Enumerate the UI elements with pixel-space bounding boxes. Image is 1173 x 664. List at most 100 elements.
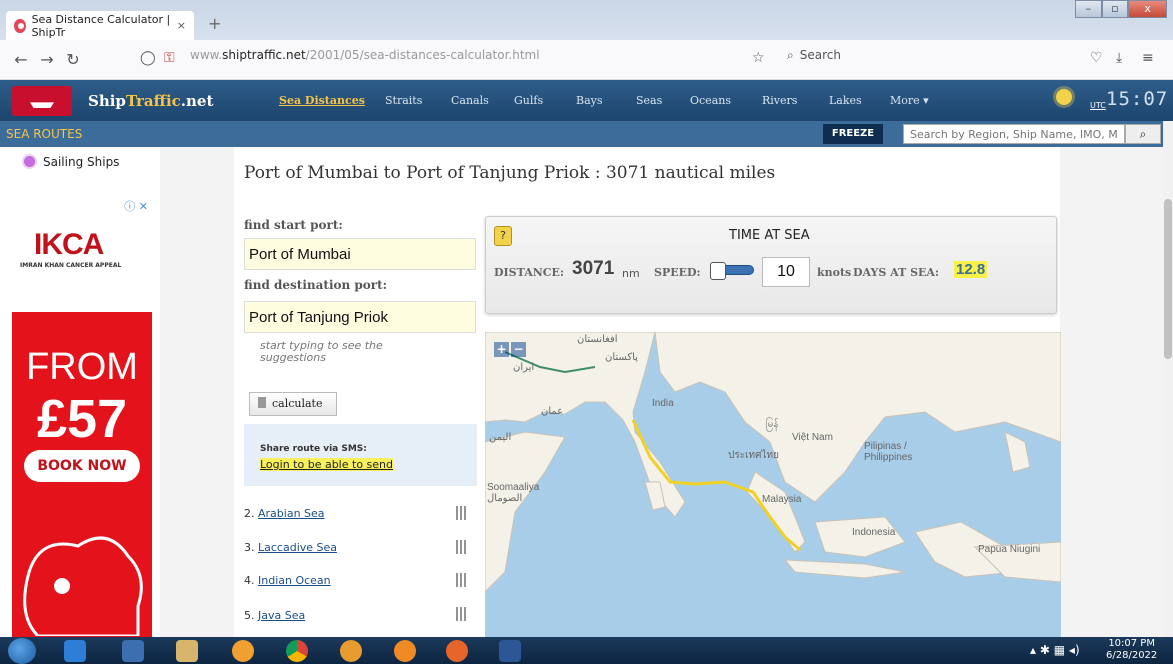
media-player-icon[interactable] bbox=[122, 640, 144, 662]
page-scrollbar[interactable] bbox=[1163, 121, 1173, 637]
map-label: Soomaaliya الصومال bbox=[487, 482, 540, 504]
share-box bbox=[244, 424, 477, 486]
route-map[interactable] bbox=[485, 332, 1061, 637]
qr-code-icon[interactable] bbox=[456, 540, 468, 554]
ad-header: ⓘ ✕ IKCA IMRAN KHAN CANCER APPEAL bbox=[12, 196, 152, 312]
ad-brand: IKCA bbox=[34, 228, 104, 261]
share-label: Share route via SMS: bbox=[260, 444, 367, 454]
bookmark-star-icon[interactable]: ☆ bbox=[752, 50, 765, 66]
new-tab-button[interactable]: + bbox=[208, 14, 221, 33]
browser-tab[interactable]: Sea Distance Calculator | ShipTr × bbox=[6, 11, 194, 40]
page-title: Port of Mumbai to Port of Tanjung Priok … bbox=[244, 163, 776, 183]
start-port-input[interactable]: Port of Mumbai bbox=[244, 238, 476, 270]
advertisement[interactable]: ⓘ ✕ IKCA IMRAN KHAN CANCER APPEAL FROM £… bbox=[12, 196, 152, 637]
calculate-button[interactable]: calculate bbox=[249, 392, 337, 416]
address-bar[interactable]: www.shiptraffic.net/2001/05/sea-distance… bbox=[190, 48, 540, 62]
calculator-icon bbox=[258, 397, 266, 408]
window-controls: – ▫ x bbox=[1075, 0, 1168, 20]
site-brand[interactable]: ShipTraffic.net bbox=[88, 92, 213, 110]
freeze-button[interactable]: FREEZE bbox=[823, 124, 883, 144]
nav-oceans[interactable]: Oceans bbox=[690, 94, 731, 107]
volume-icon[interactable]: ◂) bbox=[1069, 643, 1080, 657]
app-icon[interactable] bbox=[340, 640, 362, 662]
route-link[interactable]: Arabian Sea bbox=[258, 507, 325, 520]
nav-rivers[interactable]: Rivers bbox=[762, 94, 797, 107]
site-favicon-icon bbox=[14, 18, 26, 33]
network-icon[interactable]: ▦ bbox=[1054, 643, 1065, 657]
app-icon[interactable] bbox=[232, 640, 254, 662]
map-zoom-out-button[interactable]: − bbox=[511, 342, 526, 357]
qr-code-icon[interactable] bbox=[456, 506, 468, 520]
route-link[interactable]: Laccadive Sea bbox=[258, 541, 337, 554]
map-label: افغانستان bbox=[577, 334, 618, 345]
file-explorer-icon[interactable] bbox=[176, 640, 198, 662]
dest-port-input[interactable]: Port of Tanjung Priok bbox=[244, 301, 476, 333]
ad-info-icon[interactable]: ⓘ ✕ bbox=[124, 198, 148, 214]
section-title[interactable]: SEA ROUTES bbox=[6, 127, 82, 141]
speed-input[interactable]: 10 bbox=[762, 257, 810, 287]
nav-gulfs[interactable]: Gulfs bbox=[514, 94, 543, 107]
chrome-icon[interactable] bbox=[286, 640, 308, 662]
map-label: Việt Nam bbox=[792, 432, 833, 443]
word-icon[interactable] bbox=[499, 640, 521, 662]
bluetooth-icon[interactable]: ✱ bbox=[1040, 643, 1050, 657]
minimize-button[interactable]: – bbox=[1075, 0, 1102, 18]
insecure-lock-icon[interactable]: ⚿ bbox=[164, 50, 175, 66]
tray-arrow-icon[interactable]: ▴ bbox=[1030, 643, 1036, 657]
nav-seas[interactable]: Seas bbox=[636, 94, 662, 107]
menu-icon[interactable]: ≡ bbox=[1142, 50, 1154, 66]
nav-more[interactable]: More ▾ bbox=[890, 94, 929, 107]
days-at-sea-value: 12.8 bbox=[954, 261, 988, 278]
firefox-icon[interactable] bbox=[446, 640, 468, 662]
utc-clock: 15:07 bbox=[1106, 88, 1169, 110]
nav-sea-distances[interactable]: Sea Distances bbox=[279, 94, 365, 107]
map-canvas[interactable] bbox=[485, 332, 1061, 637]
taskbar-clock[interactable]: 10:07 PM 6/28/2022 bbox=[1106, 638, 1157, 662]
map-label: India bbox=[652, 398, 674, 409]
qr-code-icon[interactable] bbox=[456, 573, 468, 587]
nav-straits[interactable]: Straits bbox=[385, 94, 422, 107]
ad-book-now-button[interactable]: BOOK NOW bbox=[24, 450, 140, 482]
route-item: 3. Laccadive Sea bbox=[244, 541, 337, 554]
site-search-input[interactable] bbox=[903, 124, 1125, 144]
route-link[interactable]: Indian Ocean bbox=[258, 574, 331, 587]
nav-lakes[interactable]: Lakes bbox=[829, 94, 862, 107]
tab-close-icon[interactable]: × bbox=[177, 19, 186, 32]
days-at-sea-label: DAYS AT SEA: bbox=[853, 266, 940, 279]
download-icon[interactable]: ⤓ bbox=[1116, 50, 1122, 66]
distance-value: 3071 bbox=[572, 258, 615, 279]
map-label: عمان bbox=[541, 406, 564, 417]
magnifier-icon[interactable]: ⌕ bbox=[1125, 124, 1161, 144]
browser-search-box[interactable]: ⌕ Search bbox=[787, 48, 841, 63]
back-arrow-icon[interactable]: ← bbox=[8, 50, 34, 69]
route-link[interactable]: Java Sea bbox=[258, 609, 305, 622]
route-num: 2. bbox=[244, 507, 255, 520]
speed-slider[interactable] bbox=[710, 262, 754, 280]
qr-code-icon[interactable] bbox=[456, 607, 468, 621]
shield-icon[interactable]: ◯ bbox=[140, 50, 156, 66]
nav-bays[interactable]: Bays bbox=[576, 94, 603, 107]
sidebar-item-sailing-ships[interactable]: Sailing Ships bbox=[24, 155, 119, 169]
close-window-button[interactable]: x bbox=[1128, 0, 1168, 18]
help-icon[interactable]: ? bbox=[494, 226, 512, 246]
windows-start-icon[interactable] bbox=[8, 638, 36, 664]
share-login-link[interactable]: Login to be able to send bbox=[260, 458, 393, 471]
internet-explorer-icon[interactable] bbox=[64, 640, 86, 662]
reload-icon[interactable]: ↻ bbox=[60, 50, 86, 69]
url-host: shiptraffic.net bbox=[222, 48, 306, 62]
maximize-button[interactable]: ▫ bbox=[1101, 0, 1129, 18]
map-zoom-in-button[interactable]: + bbox=[494, 342, 509, 357]
map-label: မြန် bbox=[766, 419, 779, 430]
map-label: Papua Niugini bbox=[978, 544, 1041, 555]
nav-canals[interactable]: Canals bbox=[451, 94, 489, 107]
pocket-icon[interactable]: ♡ bbox=[1090, 50, 1103, 66]
calculate-label: calculate bbox=[272, 397, 323, 410]
brand-net: .net bbox=[180, 92, 214, 110]
ship-logo-icon[interactable] bbox=[12, 86, 72, 116]
route-num: 5. bbox=[244, 609, 255, 622]
taskbar-time: 10:07 PM bbox=[1108, 638, 1155, 649]
app-icon[interactable] bbox=[394, 640, 416, 662]
scrollbar-thumb[interactable] bbox=[1164, 199, 1172, 359]
forward-arrow-icon[interactable]: → bbox=[34, 50, 60, 69]
system-tray[interactable]: ▴ ✱ ▦ ◂) bbox=[1030, 643, 1080, 657]
